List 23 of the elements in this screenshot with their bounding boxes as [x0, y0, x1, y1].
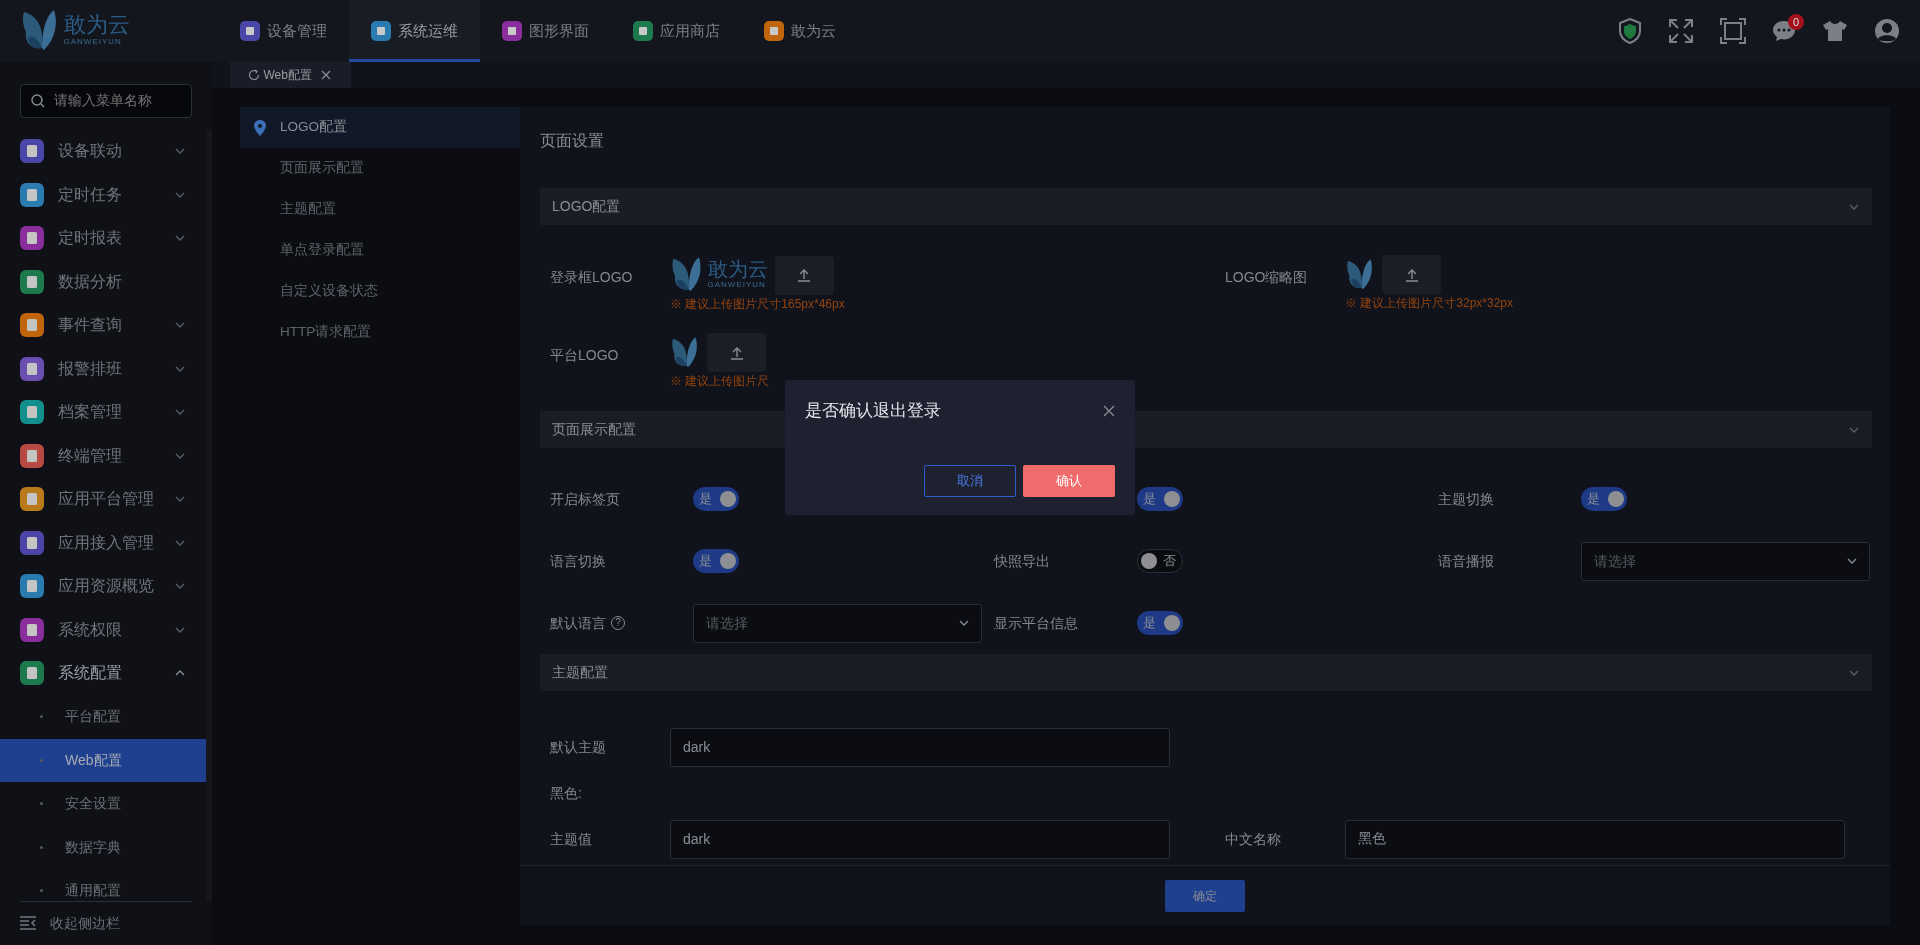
field-label: 语音播报	[1438, 551, 1494, 571]
field-label: 登录框LOGO	[549, 268, 634, 287]
hint-text: ※ 建议上传图片尺寸32px*32px	[1345, 295, 1514, 312]
field-label: 语言切换	[550, 551, 606, 571]
field-label: 快照导出	[994, 551, 1050, 571]
logo-subtitle: GANWEIYUN	[707, 279, 767, 291]
hint-text: ※ 建议上传图片尺	[670, 373, 770, 390]
field-label: 默认语言	[550, 613, 606, 633]
field-label: 开启标签页	[550, 489, 620, 509]
field-label: 显示平台信息	[994, 613, 1078, 633]
field-label: 默认主题	[550, 737, 606, 757]
field-label: 主题值	[550, 829, 592, 849]
field-label: 平台LOGO	[549, 346, 620, 365]
logo-text: 敢为云	[63, 14, 130, 36]
group-label: 黑色:	[549, 783, 583, 803]
field-label: LOGO缩略图	[1224, 268, 1309, 287]
notification-count: 0	[1787, 13, 1804, 30]
logo-text: 敢为云	[707, 259, 768, 279]
logo-subtitle: GANWEIYUN	[63, 36, 123, 48]
page-title: 页面设置	[539, 131, 605, 151]
field-label: 主题切换	[1438, 489, 1494, 509]
field-label: 中文名称	[1225, 829, 1281, 849]
hint-text: ※ 建议上传图片尺寸165px*46px	[670, 296, 845, 313]
